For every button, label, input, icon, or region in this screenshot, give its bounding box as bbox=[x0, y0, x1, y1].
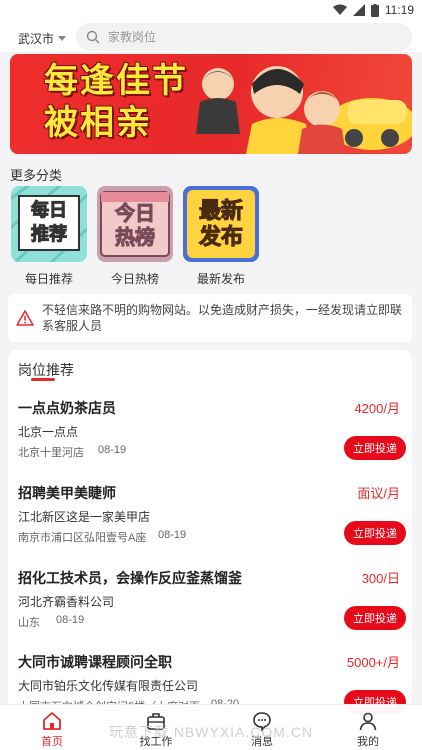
category-hot-today[interactable]: 今日 热榜 今日热榜 bbox=[96, 186, 174, 287]
category-label: 每日推荐 bbox=[24, 272, 73, 286]
job-location: 山东 bbox=[18, 617, 40, 629]
tab-messages[interactable]: 消息 bbox=[232, 711, 292, 749]
job-date: 08-19 bbox=[158, 529, 187, 541]
daily-recommend-image: 每日 推荐 bbox=[11, 186, 87, 262]
message-icon bbox=[253, 712, 271, 731]
hot-today-image: 今日 热榜 bbox=[97, 186, 173, 262]
signal-icon bbox=[352, 4, 365, 16]
category-label: 今日热榜 bbox=[110, 272, 159, 286]
status-icons: 11:19 bbox=[332, 3, 414, 17]
tab-label: 消息 bbox=[251, 736, 273, 748]
tab-label: 找工作 bbox=[139, 736, 173, 748]
status-time: 11:19 bbox=[384, 3, 414, 17]
search-bar[interactable] bbox=[76, 23, 412, 51]
tab-home[interactable]: 首页 bbox=[22, 711, 82, 749]
category-daily-recommend[interactable]: 每日 推荐 每日推荐 bbox=[10, 186, 88, 287]
job-title: 一点点奶茶店员 bbox=[18, 400, 116, 416]
category-latest[interactable]: 最新 发布 最新发布 bbox=[182, 186, 260, 287]
job-company: 大同市铂乐文化传媒有限责任公司 bbox=[18, 679, 199, 693]
home-icon bbox=[43, 712, 61, 730]
banner-text: 每逢佳节 被相亲 bbox=[44, 60, 188, 144]
job-company: 河北齐霸香料公司 bbox=[18, 595, 115, 609]
job-date: 08-19 bbox=[98, 444, 127, 456]
latest-image-line2: 发布 bbox=[198, 224, 243, 250]
title-underline bbox=[31, 378, 55, 381]
apply-button[interactable]: 立即投递 bbox=[344, 606, 406, 630]
daily-recommend-image-line2: 推荐 bbox=[31, 224, 68, 245]
warning-notice: 不轻信来路不明的购物网站。以免造成财产损失，一经发现请立即联系客服人员 bbox=[8, 294, 412, 342]
job-salary: 300/日 bbox=[361, 571, 400, 586]
banner-illustration bbox=[196, 66, 412, 154]
tab-find-job[interactable]: 找工作 bbox=[126, 711, 186, 749]
wifi-icon bbox=[332, 4, 347, 15]
job-company: 江北新区这是一家美甲店 bbox=[18, 510, 151, 524]
top-bar: 武汉市 bbox=[0, 22, 422, 52]
job-card[interactable]: 招化工技术员，会操作反应釜蒸馏釜 300/日 河北齐霸香料公司 山东 08-19… bbox=[18, 568, 406, 654]
daily-recommend-image-line1: 每日 bbox=[31, 200, 68, 221]
search-icon bbox=[86, 30, 100, 44]
banner-line-2: 被相亲 bbox=[44, 103, 152, 143]
apply-button[interactable]: 立即投递 bbox=[344, 521, 406, 545]
status-bar: 11:19 bbox=[0, 0, 422, 22]
tab-label: 我的 bbox=[357, 736, 379, 748]
job-location: 北京十里河店 bbox=[18, 447, 84, 459]
job-salary: 4200/月 bbox=[354, 401, 400, 416]
job-company: 北京一点点 bbox=[18, 425, 79, 439]
caret-down-icon bbox=[58, 36, 67, 41]
tab-profile[interactable]: 我的 bbox=[338, 711, 398, 749]
job-date: 08-19 bbox=[56, 614, 85, 626]
tab-label: 首页 bbox=[41, 736, 63, 748]
job-recommendations: 岗位推荐 一点点奶茶店员 4200/月 北京一点点 北京十里河店 08-19 立… bbox=[8, 350, 412, 750]
job-salary: 面议/月 bbox=[357, 486, 400, 501]
job-location: 南京市浦口区弘阳壹号A座 bbox=[18, 532, 147, 544]
user-icon bbox=[359, 712, 377, 731]
promo-banner[interactable]: 每逢佳节 被相亲 bbox=[10, 54, 412, 154]
hot-today-image-line1: 今日 bbox=[115, 203, 156, 226]
latest-image: 最新 发布 bbox=[183, 186, 259, 262]
job-card[interactable]: 招聘美甲美睫师 面议/月 江北新区这是一家美甲店 南京市浦口区弘阳壹号A座 08… bbox=[18, 483, 406, 569]
job-title: 招化工技术员，会操作反应釜蒸馏釜 bbox=[18, 570, 242, 586]
job-card[interactable]: 一点点奶茶店员 4200/月 北京一点点 北京十里河店 08-19 立即投递 bbox=[18, 398, 406, 484]
jobs-section-title: 岗位推荐 bbox=[18, 362, 74, 378]
latest-image-line1: 最新 bbox=[198, 198, 243, 224]
category-list: 每日 推荐 每日推荐 今日 热榜 今日热榜 最新 发布 最新发布 bbox=[10, 186, 270, 290]
job-title: 招聘美甲美睫师 bbox=[18, 485, 116, 501]
job-title: 大同市诚聘课程顾问全职 bbox=[18, 654, 172, 670]
category-label: 最新发布 bbox=[196, 272, 245, 286]
banner-line-1: 每逢佳节 bbox=[44, 61, 188, 101]
city-selector[interactable]: 武汉市 bbox=[18, 30, 67, 47]
city-label: 武汉市 bbox=[18, 32, 55, 46]
hot-today-image-line2: 热榜 bbox=[115, 227, 156, 250]
job-salary: 5000+/月 bbox=[346, 655, 400, 670]
more-categories-title: 更多分类 bbox=[10, 168, 63, 183]
notice-text: 不轻信来路不明的购物网站。以免造成财产损失，一经发现请立即联系客服人员 bbox=[42, 303, 403, 333]
briefcase-icon bbox=[147, 713, 165, 730]
battery-icon bbox=[370, 3, 379, 17]
bottom-tab-bar: 首页 找工作 消息 我的 bbox=[0, 704, 422, 750]
apply-button[interactable]: 立即投递 bbox=[344, 436, 406, 460]
search-input[interactable] bbox=[108, 30, 388, 44]
warning-icon bbox=[16, 310, 34, 326]
